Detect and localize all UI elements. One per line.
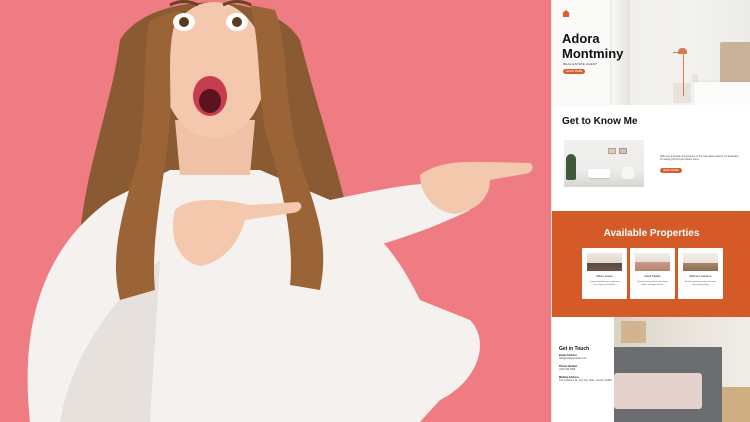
nightstand bbox=[621, 321, 646, 343]
plant bbox=[566, 154, 576, 180]
properties-title: Available Properties bbox=[603, 228, 700, 239]
property-card[interactable]: Swell Steads Spacious family home with a… bbox=[630, 248, 675, 299]
hero-photo bbox=[0, 0, 551, 422]
bed bbox=[694, 82, 750, 105]
email-value[interactable]: hello@reallygreatsite.com bbox=[559, 357, 614, 360]
bedroom-photo bbox=[614, 317, 750, 422]
property-description: Cozy one-bedroom in a quiet area near sh… bbox=[589, 281, 620, 286]
agent-name: Adora Montminy bbox=[562, 31, 624, 61]
side-table bbox=[673, 83, 691, 103]
property-name: Elkhofer Gardens bbox=[689, 274, 712, 278]
property-name: Swell Steads bbox=[644, 274, 661, 278]
mailing-value: 123 Anywhere St., Any City, State, Count… bbox=[559, 379, 612, 382]
property-thumbnail bbox=[587, 253, 622, 271]
property-card[interactable]: Elkhofer Gardens Modern townhouse with p… bbox=[678, 248, 723, 299]
learn-more-button[interactable]: LEARN MORE bbox=[563, 69, 585, 74]
property-card[interactable]: Abbey House Cozy one-bedroom in a quiet … bbox=[582, 248, 627, 299]
read-more-button[interactable]: READ MORE bbox=[660, 168, 682, 173]
wall-art bbox=[619, 148, 627, 154]
woman-pointing-illustration bbox=[27, 0, 533, 422]
home-icon[interactable] bbox=[562, 10, 570, 17]
contact-title: Get in Touch bbox=[559, 346, 590, 352]
about-text: With over a decade of experience in the … bbox=[660, 155, 739, 162]
phone-value[interactable]: (123) 456 7890 bbox=[559, 368, 614, 371]
wall-art bbox=[608, 148, 616, 154]
preview-properties-section: Available Properties Abbey House Cozy on… bbox=[552, 211, 750, 317]
property-description: Spacious family home with a large garden… bbox=[637, 281, 668, 286]
property-description: Modern townhouse with park views and pri… bbox=[684, 281, 717, 286]
property-name: Abbey House bbox=[596, 274, 613, 278]
preview-contact-section: Get in Touch Email Address hello@reallyg… bbox=[552, 317, 750, 422]
armchair bbox=[622, 167, 634, 179]
preview-about-section: Get to Know Me With over a decade of exp… bbox=[552, 105, 750, 211]
headboard bbox=[720, 42, 750, 87]
website-preview: Adora Montminy REAL ESTATE AGENT LEARN M… bbox=[551, 0, 750, 422]
preview-hero-section: Adora Montminy REAL ESTATE AGENT LEARN M… bbox=[552, 0, 750, 105]
about-title: Get to Know Me bbox=[562, 116, 638, 127]
property-thumbnail bbox=[683, 253, 718, 271]
lamp-stand bbox=[683, 52, 684, 96]
property-thumbnail bbox=[635, 253, 670, 271]
living-room-photo bbox=[564, 140, 644, 187]
agent-role: REAL ESTATE AGENT bbox=[563, 62, 598, 66]
sofa bbox=[588, 169, 610, 178]
blanket bbox=[614, 373, 702, 409]
